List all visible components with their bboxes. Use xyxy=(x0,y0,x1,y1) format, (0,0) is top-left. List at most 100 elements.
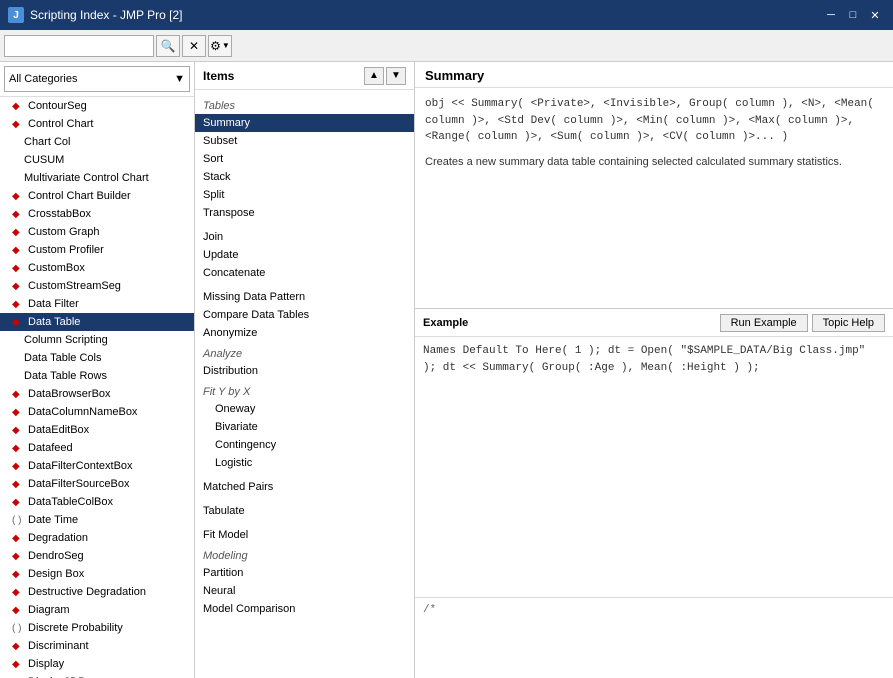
mid-list-item[interactable]: Anonymize xyxy=(195,324,414,342)
minimize-button[interactable]: ─ xyxy=(821,7,841,23)
run-example-button[interactable]: Run Example xyxy=(720,314,808,332)
list-item[interactable]: ( ) Discrete Probability xyxy=(0,619,194,637)
list-item-label: DataFilterSourceBox xyxy=(28,478,130,490)
mid-list-item[interactable]: Matched Pairs xyxy=(195,478,414,496)
list-item[interactable]: Column Scripting xyxy=(0,331,194,349)
mid-list-item[interactable]: Concatenate xyxy=(195,264,414,282)
list-item[interactable]: ◆CustomStreamSeg xyxy=(0,277,194,295)
search-input[interactable] xyxy=(4,35,154,57)
list-item[interactable]: ◆DataEditBox xyxy=(0,421,194,439)
list-item[interactable]: ◆Data Filter xyxy=(0,295,194,313)
list-item[interactable]: ◆Data Table xyxy=(0,313,194,331)
maximize-button[interactable]: □ xyxy=(843,7,863,23)
mid-list-item[interactable]: Logistic xyxy=(195,454,414,472)
mid-list-item[interactable]: Split xyxy=(195,186,414,204)
settings-button[interactable]: ⚙ ▼ xyxy=(208,35,232,57)
list-item[interactable]: ◆Display xyxy=(0,655,194,673)
items-list: TablesSummarySubsetSortStackSplitTranspo… xyxy=(195,90,414,678)
mid-list-item[interactable]: Oneway xyxy=(195,400,414,418)
paren-icon: ( ) xyxy=(12,623,24,634)
list-item-label: DataTableColBox xyxy=(28,496,113,508)
list-item[interactable]: ◆CustomBox xyxy=(0,259,194,277)
list-item-label: Design Box xyxy=(28,568,84,580)
list-item-label: DataFilterContextBox xyxy=(28,460,133,472)
clear-button[interactable]: ✕ xyxy=(182,35,206,57)
mid-list-item[interactable]: Missing Data Pattern xyxy=(195,288,414,306)
list-item[interactable]: ◆DataBrowserBox xyxy=(0,385,194,403)
search-button[interactable]: 🔍 xyxy=(156,35,180,57)
mid-list-item[interactable]: Model Comparison xyxy=(195,600,414,618)
list-item-label: Discrete Probability xyxy=(28,622,123,634)
list-item[interactable]: ◆ DataTableColBox xyxy=(0,493,194,511)
diamond-icon: ◆ xyxy=(12,389,24,400)
list-item[interactable]: ◆Discriminant xyxy=(0,637,194,655)
mid-list-item[interactable]: Summary xyxy=(195,114,414,132)
list-item-label: Date Time xyxy=(28,514,78,526)
app-icon: J xyxy=(8,7,24,23)
section-label: Analyze xyxy=(195,342,414,362)
main-layout: All Categories ▼ ◆ContourSeg◆Control Cha… xyxy=(0,62,893,678)
mid-list-item[interactable]: Partition xyxy=(195,564,414,582)
search-icon: 🔍 xyxy=(161,39,176,53)
category-dropdown[interactable]: All Categories ▼ xyxy=(4,66,190,92)
list-item[interactable]: ◆Destructive Degradation xyxy=(0,583,194,601)
list-item[interactable]: CUSUM xyxy=(0,151,194,169)
list-item[interactable]: ◆Diagram xyxy=(0,601,194,619)
items-header-label: Items xyxy=(203,69,234,83)
mid-list-item[interactable]: Sort xyxy=(195,150,414,168)
mid-list-item[interactable]: Stack xyxy=(195,168,414,186)
mid-list-item[interactable]: Distribution xyxy=(195,362,414,380)
list-item[interactable]: ◆ Custom Profiler xyxy=(0,241,194,259)
list-item[interactable]: Chart Col xyxy=(0,133,194,151)
diamond-icon: ◆ xyxy=(12,497,24,508)
mid-list-item[interactable]: Bivariate xyxy=(195,418,414,436)
topic-help-button[interactable]: Topic Help xyxy=(812,314,885,332)
list-item-label: Multivariate Control Chart xyxy=(24,172,149,184)
category-label: All Categories xyxy=(9,73,77,85)
list-item-label: Data Table xyxy=(28,316,80,328)
mid-list-item[interactable]: Contingency xyxy=(195,436,414,454)
list-item-label: Diagram xyxy=(28,604,70,616)
gear-icon: ⚙ xyxy=(210,39,221,53)
mid-list-item[interactable]: Transpose xyxy=(195,204,414,222)
list-item[interactable]: ◆DataFilterSourceBox xyxy=(0,475,194,493)
list-item-label: Degradation xyxy=(28,532,88,544)
list-item[interactable]: ◆DataFilterContextBox xyxy=(0,457,194,475)
scroll-up-button[interactable]: ▲ xyxy=(364,67,384,85)
list-item[interactable]: ( )Date Time xyxy=(0,511,194,529)
mid-list-item[interactable]: Update xyxy=(195,246,414,264)
title-bar-left: J Scripting Index - JMP Pro [2] xyxy=(8,7,183,23)
list-item[interactable]: ◆Control Chart xyxy=(0,115,194,133)
list-item-label: DataEditBox xyxy=(28,424,89,436)
list-item-label: Destructive Degradation xyxy=(28,586,146,598)
list-item[interactable]: ◆Custom Graph xyxy=(0,223,194,241)
mid-list-item[interactable]: Tabulate xyxy=(195,502,414,520)
list-item[interactable]: ◆Degradation xyxy=(0,529,194,547)
mid-list-item[interactable]: Neural xyxy=(195,582,414,600)
list-item-label: Chart Col xyxy=(24,136,70,148)
list-item[interactable]: Multivariate Control Chart xyxy=(0,169,194,187)
diamond-icon: ◆ xyxy=(12,245,24,256)
list-item-label: CrosstabBox xyxy=(28,208,91,220)
list-item[interactable]: Data Table Rows xyxy=(0,367,194,385)
mid-list-item[interactable]: Subset xyxy=(195,132,414,150)
list-item-label: Data Table Cols xyxy=(24,352,101,364)
example-section: Example Run Example Topic Help Names Def… xyxy=(415,308,893,678)
list-item[interactable]: ◆Display3DBox xyxy=(0,673,194,678)
list-item[interactable]: Data Table Cols xyxy=(0,349,194,367)
mid-list-item[interactable]: Compare Data Tables xyxy=(195,306,414,324)
list-item[interactable]: ◆DendroSeg xyxy=(0,547,194,565)
list-item[interactable]: ◆Design Box xyxy=(0,565,194,583)
list-item[interactable]: ◆ContourSeg xyxy=(0,97,194,115)
scroll-down-button[interactable]: ▼ xyxy=(386,67,406,85)
list-item[interactable]: ◆DataColumnNameBox xyxy=(0,403,194,421)
close-button[interactable]: ✕ xyxy=(865,7,885,23)
example-code-area2: /* xyxy=(415,598,893,678)
mid-list-item[interactable]: Join xyxy=(195,228,414,246)
list-item-label: Custom Profiler xyxy=(28,244,104,256)
list-item[interactable]: ◆Control Chart Builder xyxy=(0,187,194,205)
example-buttons: Run Example Topic Help xyxy=(720,314,885,332)
list-item[interactable]: ◆Datafeed xyxy=(0,439,194,457)
mid-list-item[interactable]: Fit Model xyxy=(195,526,414,544)
list-item[interactable]: ◆CrosstabBox xyxy=(0,205,194,223)
